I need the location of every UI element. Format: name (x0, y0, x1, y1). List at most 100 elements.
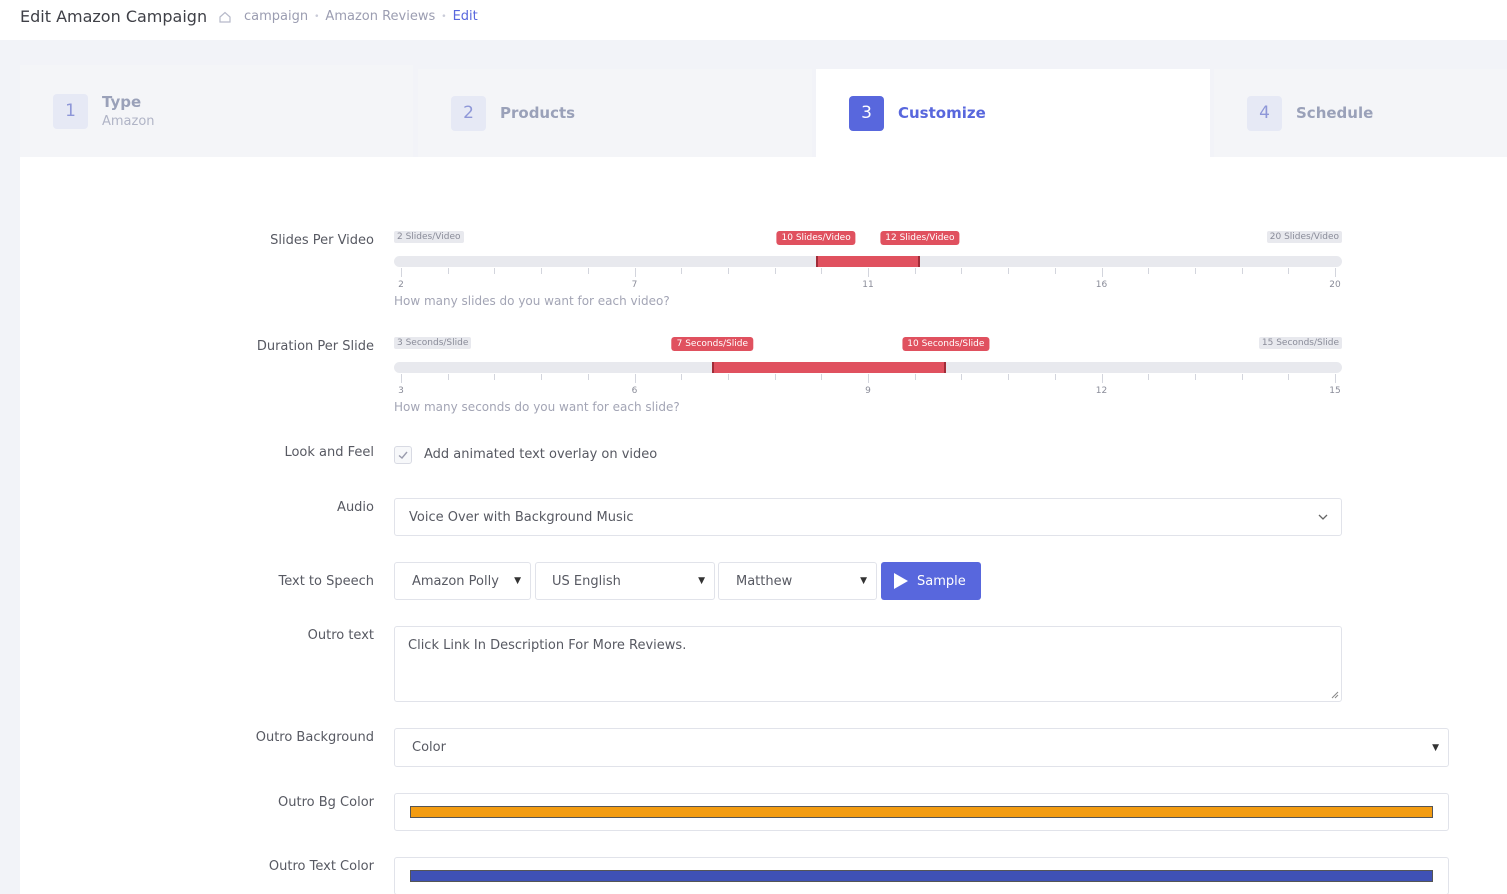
step-label: Type (102, 93, 142, 111)
resize-handle-icon[interactable] (1331, 691, 1339, 699)
wizard-step-customize[interactable]: 3 Customize (816, 69, 1210, 157)
step-number: 4 (1247, 95, 1282, 131)
slider-tick-label: 3 (398, 386, 404, 396)
wizard-steps: 1 Type Amazon 2 Products 3 Customize 4 S… (20, 65, 1507, 157)
text-to-speech-label: Text to Speech (278, 574, 375, 589)
slider-max-label: 15 Seconds/Slide (1258, 337, 1342, 349)
slider-tick (961, 374, 963, 380)
step-label: Schedule (1296, 104, 1374, 122)
outro-text-input[interactable]: Click Link In Description For More Revie… (394, 626, 1342, 702)
animated-overlay-checkbox-label[interactable]: Add animated text overlay on video (424, 447, 657, 462)
slider-tick (868, 374, 869, 383)
slider-tick (914, 268, 916, 274)
slider-tick (401, 268, 402, 277)
step-number: 3 (849, 95, 884, 131)
caret-down-icon: ▼ (514, 576, 521, 586)
audio-label: Audio (337, 500, 374, 515)
audio-select-value: Voice Over with Background Music (409, 509, 634, 525)
slider-min-label: 2 Slides/Video (394, 231, 464, 243)
slider-tick (447, 268, 449, 274)
audio-select[interactable]: Voice Over with Background Music (394, 498, 1342, 536)
sample-button[interactable]: Sample (881, 562, 981, 600)
step-number: 1 (53, 93, 88, 129)
slider-tick (1054, 268, 1056, 274)
slider-tick (447, 374, 449, 380)
slider-tick (774, 374, 776, 380)
outro-text-color-label: Outro Text Color (268, 859, 374, 874)
slider-tick (587, 374, 589, 380)
slider-tick (1241, 374, 1243, 380)
slider-tick-label: 15 (1329, 386, 1341, 396)
home-icon[interactable] (218, 10, 232, 24)
slider-tick (1008, 374, 1010, 380)
outro-text-value: Click Link In Description For More Revie… (408, 638, 687, 653)
outro-text-label: Outro text (307, 628, 374, 643)
step-sublabel: Amazon (102, 114, 155, 129)
slider-tick (1054, 374, 1056, 380)
slider-range[interactable] (712, 362, 946, 373)
tts-language-value: US English (552, 573, 621, 589)
slides-per-video-label: Slides Per Video (270, 233, 374, 248)
outro-background-select[interactable]: Color ▼ (394, 728, 1449, 767)
slider-tick-label: 2 (398, 280, 404, 290)
slides-per-video-slider[interactable]: 2 Slides/Video 20 Slides/Video 10 Slides… (394, 231, 1342, 291)
slider-tick (727, 374, 729, 380)
slider-tick-label: 7 (631, 280, 638, 290)
caret-down-icon: ▼ (860, 576, 867, 586)
play-icon (894, 573, 908, 589)
breadcrumb-separator: • (441, 11, 447, 22)
step-label: Customize (898, 104, 986, 122)
tts-voice-select[interactable]: Matthew ▼ (718, 562, 877, 600)
slider-tick-label: 11 (862, 280, 874, 290)
slider-tick (494, 268, 496, 274)
slider-tick (1148, 268, 1150, 274)
slider-tick-label: 9 (865, 386, 871, 396)
slider-ticks (394, 374, 1342, 383)
slider-tick (774, 268, 776, 274)
page-title: Edit Amazon Campaign (20, 7, 208, 26)
wizard-step-schedule[interactable]: 4 Schedule (1214, 69, 1507, 157)
slider-tick-label: 16 (1095, 280, 1108, 290)
slider-tick (868, 268, 869, 277)
slider-tick (494, 374, 496, 380)
breadcrumb-item-campaign[interactable]: campaign (244, 9, 308, 24)
slider-tick (1288, 374, 1290, 380)
outro-bg-color-label: Outro Bg Color (278, 795, 374, 810)
tts-engine-select[interactable]: Amazon Polly ▼ (394, 562, 531, 600)
slider-range[interactable] (816, 256, 920, 267)
tts-language-select[interactable]: US English ▼ (535, 562, 715, 600)
outro-text-color-input[interactable] (394, 857, 1449, 894)
duration-per-slide-label: Duration Per Slide (256, 339, 374, 354)
outro-bg-color-input[interactable] (394, 793, 1449, 831)
slider-tick (541, 374, 543, 380)
slider-tick (587, 268, 589, 274)
slider-tick (1194, 268, 1196, 274)
sample-button-label: Sample (917, 573, 966, 589)
color-swatch (410, 870, 1433, 882)
slider-tick (1288, 268, 1290, 274)
duration-per-slide-slider[interactable]: 3 Seconds/Slide 15 Seconds/Slide 7 Secon… (394, 337, 1342, 397)
animated-overlay-checkbox[interactable] (394, 446, 412, 464)
slider-tick (821, 268, 823, 274)
slider-tick (1101, 268, 1103, 277)
check-icon (398, 451, 408, 459)
breadcrumb-item-edit[interactable]: Edit (453, 9, 478, 24)
slides-per-video-help: How many slides do you want for each vid… (394, 294, 670, 308)
wizard-step-products[interactable]: 2 Products (418, 69, 812, 157)
slider-tick (727, 268, 729, 274)
slider-ticks (394, 268, 1342, 277)
step-number: 2 (451, 95, 486, 131)
slider-tick (541, 268, 543, 274)
caret-down-icon: ▼ (1432, 742, 1439, 753)
slider-tick-label: 6 (631, 386, 638, 396)
tts-engine-value: Amazon Polly (412, 573, 499, 589)
breadcrumb-item-amazon-reviews[interactable]: Amazon Reviews (325, 9, 435, 24)
slider-tick (1148, 374, 1150, 380)
chevron-down-icon (1318, 514, 1328, 520)
breadcrumb: campaign • Amazon Reviews • Edit (218, 9, 478, 24)
outro-background-value: Color (412, 740, 446, 755)
slider-tick (914, 374, 916, 380)
slider-tick (401, 374, 402, 383)
wizard-step-type[interactable]: 1 Type Amazon (20, 65, 413, 157)
breadcrumb-separator: • (314, 11, 320, 22)
